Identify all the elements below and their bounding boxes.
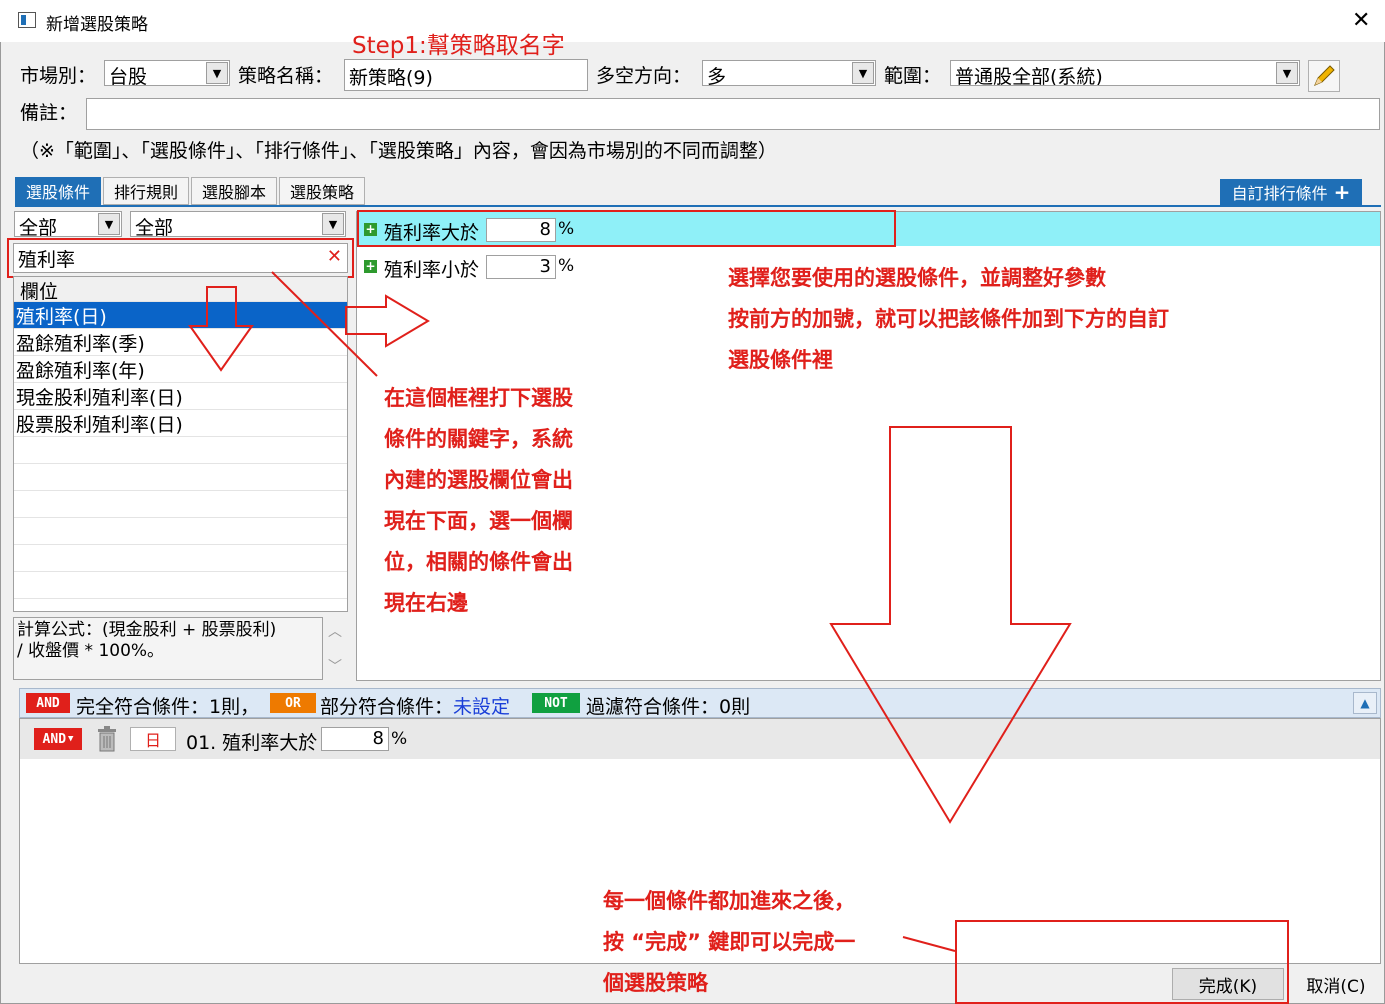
list-down-arrow — [188, 286, 254, 372]
pointer-line-keyword — [271, 271, 378, 377]
pointer-line-finish — [902, 936, 956, 952]
big-down-arrow — [829, 426, 1072, 824]
annotation-arrows — [188, 271, 1072, 952]
right-arrow — [345, 294, 430, 348]
